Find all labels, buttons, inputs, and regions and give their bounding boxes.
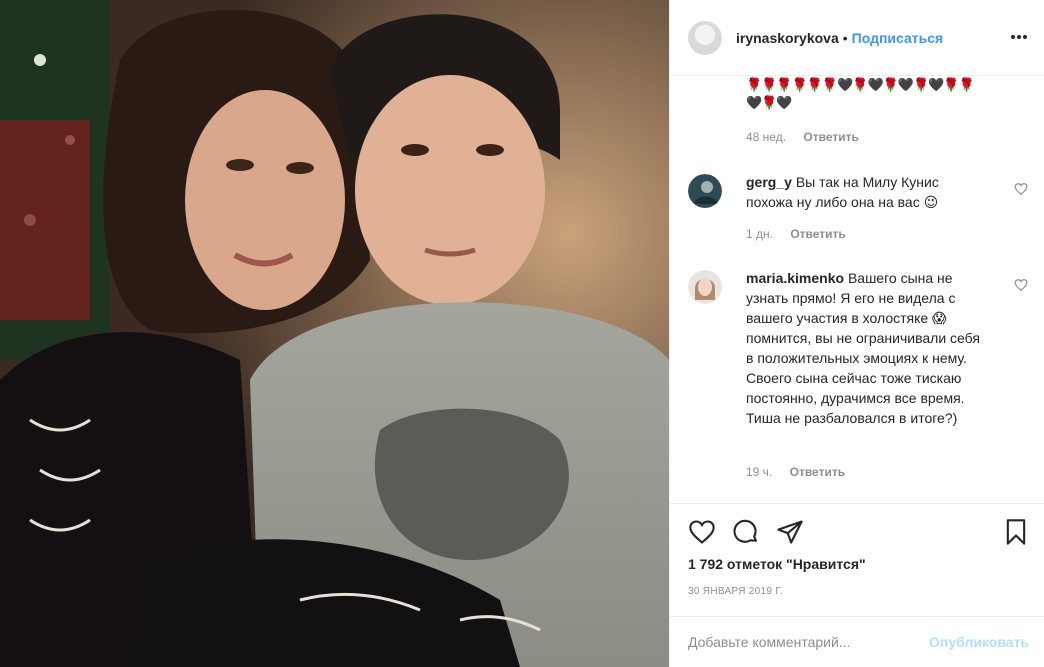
comment-emoji-row: 🌹🌹🌹🌹🌹🌹🖤🌹🖤🌹🖤🌹🖤🌹🌹 (746, 77, 975, 92)
post-side-panel: irynaskorykova • Подписаться 🌹🌹🌹🌹🌹🌹🖤🌹🖤🌹🖤… (669, 0, 1044, 667)
add-comment-bar: Опубликовать (670, 616, 1044, 667)
commenter-avatar[interactable] (688, 174, 722, 208)
reply-button[interactable]: Ответить (803, 130, 858, 144)
comment-emoji-row: 🖤🌹🖤 (746, 95, 793, 110)
comment-body: Вашего сына не узнать прямо! Я его не ви… (746, 270, 980, 426)
post-date[interactable]: 30 ЯНВАРЯ 2019 Г. (688, 586, 783, 597)
author-username[interactable]: irynaskorykova (736, 30, 839, 46)
heart-icon[interactable] (1014, 278, 1028, 292)
heart-icon[interactable] (1014, 182, 1028, 196)
comment-time: 1 дн. (746, 227, 773, 241)
share-send-icon[interactable] (776, 518, 804, 546)
comment-text: maria.kimenko Вашего сына не узнать прям… (746, 268, 982, 428)
comment-text: gerg_y Вы так на Милу Кунис похожа ну ли… (746, 172, 982, 212)
publish-button[interactable]: Опубликовать (929, 634, 1029, 650)
post-header: irynaskorykova • Подписаться (670, 0, 1044, 76)
commenter-avatar-image (688, 174, 722, 208)
commenter-avatar[interactable] (688, 270, 722, 304)
follow-button[interactable]: Подписаться (852, 30, 944, 46)
comment-meta: 1 дн. Ответить (746, 227, 846, 241)
commenter-avatar-image (688, 270, 722, 304)
more-options-icon[interactable] (1009, 27, 1029, 47)
comment-bubble-icon[interactable] (732, 518, 760, 546)
commenter-username[interactable]: maria.kimenko (746, 270, 844, 286)
comment-time: 19 ч. (746, 465, 773, 479)
separator-dot: • (842, 29, 848, 46)
likes-count[interactable]: 1 792 отметок "Нравится" (688, 556, 866, 572)
comment-meta: 48 нед. Ответить (746, 130, 859, 144)
reply-button[interactable]: Ответить (790, 227, 845, 241)
bookmark-icon[interactable] (1002, 518, 1030, 546)
comments-list[interactable]: 🌹🌹🌹🌹🌹🌹🖤🌹🖤🌹🖤🌹🖤🌹🌹 🖤🌹🖤 48 нед. Ответить ger… (670, 76, 1044, 503)
comment-input[interactable] (688, 634, 930, 650)
post-photo[interactable] (0, 0, 669, 667)
comment-meta: 19 ч. Ответить (746, 465, 845, 479)
photo-illustration (0, 0, 669, 667)
comment-time: 48 нед. (746, 130, 787, 144)
like-heart-icon[interactable] (688, 518, 716, 546)
reply-button[interactable]: Ответить (790, 465, 845, 479)
commenter-username[interactable]: gerg_y (746, 174, 792, 190)
author-avatar[interactable] (688, 20, 722, 55)
